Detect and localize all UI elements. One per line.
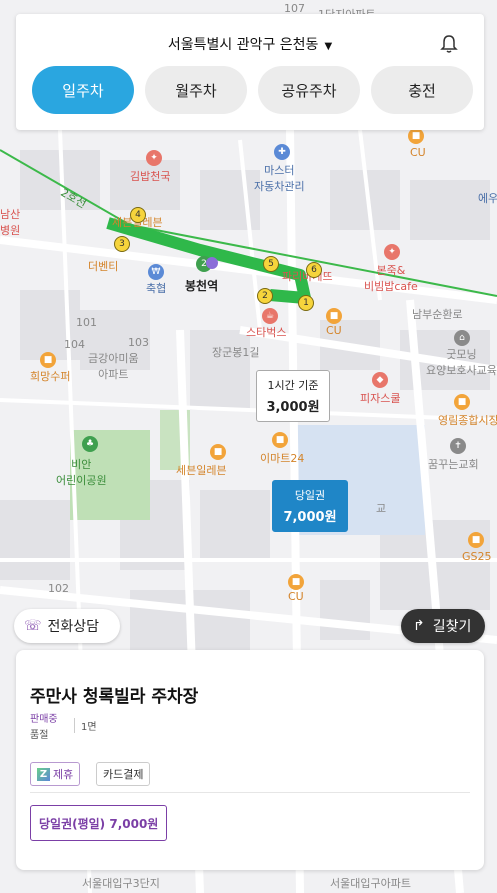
price-tag-amount: 7,000원 (283, 510, 337, 525)
route-stop-2[interactable]: 2 (257, 288, 273, 304)
road-jangseong: 장군봉1길 (212, 346, 260, 359)
poi-seoul-univ: 서울대입구3단지 (82, 877, 160, 890)
poi-gs25[interactable]: GS25 (462, 550, 492, 563)
route-stop-4[interactable]: 4 (130, 207, 146, 223)
park-icon: ♣ (82, 436, 98, 452)
poi-master[interactable]: 마스터 자동차관리 (254, 162, 305, 194)
current-location-dot (206, 257, 218, 269)
route-stop-5[interactable]: 5 (263, 256, 279, 272)
poi-kkumkkun[interactable]: 꿈꾸는교회 (428, 456, 479, 472)
price-tag-daily-selected[interactable]: 당일권 7,000원 (272, 480, 348, 532)
poi-hope[interactable]: 희망수퍼 (30, 368, 70, 384)
price-tag-hourly[interactable]: 1시간 기준 3,000원 (256, 370, 330, 422)
poi-the-venti[interactable]: 더벤티 (88, 258, 118, 274)
restaurant-icon: ✦ (384, 244, 400, 260)
cafe-icon: ☕ (262, 308, 278, 324)
pizza-icon: ◆ (372, 372, 388, 388)
restaurant-icon: ✦ (146, 150, 162, 166)
poi-nonghyup[interactable]: 축협 (146, 280, 166, 296)
location-selector[interactable]: 서울특별시 관악구 은천동 ▼ (16, 34, 484, 54)
station-label: 봉천역 (185, 279, 219, 293)
market-icon: ■ (454, 394, 470, 410)
price-tag-amount: 3,000원 (266, 400, 320, 415)
poi-seoul-univ2: 서울대입구아파트 (330, 877, 411, 890)
route-stop-6[interactable]: 6 (306, 262, 322, 278)
building-104: 104 (64, 338, 85, 351)
car-service-icon: ✚ (274, 144, 290, 160)
tab-daily[interactable]: 일주차 (32, 66, 134, 114)
price-tag-label: 당일권 (294, 489, 326, 502)
directions-button-label: 길찾기 (432, 619, 472, 635)
poi-starbucks[interactable]: 스타벅스 (246, 324, 286, 340)
parking-title: 주만사 청록빌라 주차장 (30, 687, 199, 707)
poi-yeongrim[interactable]: 영림종합시장 (438, 412, 497, 428)
label-gyo: 교 (376, 502, 387, 515)
store-icon: ■ (468, 532, 484, 548)
ticket-option-button[interactable]: 당일권(평일) 7,000원 (30, 805, 168, 841)
soldout-label: 품절 (30, 730, 49, 741)
parking-type-tabs: 일주차 월주차 공유주차 충전 (32, 66, 473, 114)
poi-emart24[interactable]: 이마트24 (260, 450, 304, 466)
store-icon: ■ (272, 432, 288, 448)
turn-arrow-icon: ↱ (413, 618, 425, 634)
store-icon: ■ (288, 574, 304, 590)
poi-seven2[interactable]: 세븐일레븐 (176, 462, 227, 478)
parking-detail-sheet[interactable]: 주만사 청록빌라 주차장 판매중 품절 1면 Z 제휴 카드결제 당일권(평일) … (16, 650, 484, 870)
store-icon: ■ (326, 308, 342, 324)
headset-icon: ☏ (24, 618, 42, 634)
partner-icon: Z (37, 767, 50, 781)
bell-icon[interactable] (440, 34, 458, 54)
top-panel: 서울특별시 관악구 은천동 ▼ 일주차 월주차 공유주차 충전 (16, 14, 484, 130)
poi-kimbap[interactable]: 김밥천국 (130, 168, 170, 184)
poi-bonjuk[interactable]: 본죽& 비빔밥cafe (364, 262, 418, 294)
tab-shared[interactable]: 공유주차 (258, 66, 360, 114)
poi-kumkang: 금강아미움 아파트 (88, 352, 139, 381)
divider (30, 792, 470, 793)
price-tag-label: 1시간 기준 (267, 379, 319, 392)
store-icon: ■ (40, 352, 56, 368)
directions-button[interactable]: ↱ 길찾기 (401, 609, 485, 643)
call-button-label: 전화상담 (47, 619, 100, 635)
location-text: 서울특별시 관악구 은천동 (167, 37, 319, 53)
route-stop-1[interactable]: 1 (298, 295, 314, 311)
partner-chip-label: 제휴 (53, 768, 74, 781)
store-icon: ■ (210, 444, 226, 460)
poi-cu2[interactable]: CU (326, 324, 342, 337)
tab-charging[interactable]: 충전 (371, 66, 473, 114)
call-button[interactable]: ☏ 전화상담 (14, 609, 120, 643)
building-103: 103 (128, 336, 149, 349)
poi-cu3[interactable]: CU (288, 590, 304, 603)
route-stop-3[interactable]: 3 (114, 236, 130, 252)
poi-ewha[interactable]: 에우 (478, 190, 497, 206)
store-icon: ■ (408, 128, 424, 144)
church-icon: ✝ (450, 438, 466, 454)
bank-icon: ₩ (148, 264, 164, 280)
road-nambu: 남부순환로 (412, 308, 463, 321)
partner-chip: Z 제휴 (30, 762, 81, 786)
card-payment-chip: 카드결제 (96, 762, 151, 786)
status-badge: 판매중 (30, 714, 58, 725)
care-icon: ⌂ (454, 330, 470, 346)
slot-count: 1면 (74, 718, 97, 733)
caret-down-icon: ▼ (324, 41, 333, 52)
building-101: 101 (76, 316, 97, 329)
poi-bian[interactable]: 비안 어린이공원 (56, 456, 107, 488)
building-102: 102 (48, 582, 69, 595)
poi-pizza[interactable]: 피자스쿨 (360, 390, 400, 406)
poi-cu-top[interactable]: CU (410, 146, 426, 159)
poi-goodmorning[interactable]: 굿모닝 요양보호사교육 (426, 346, 497, 378)
poi-namsan[interactable]: 남산 병원 (0, 206, 20, 238)
tab-monthly[interactable]: 월주차 (145, 66, 247, 114)
